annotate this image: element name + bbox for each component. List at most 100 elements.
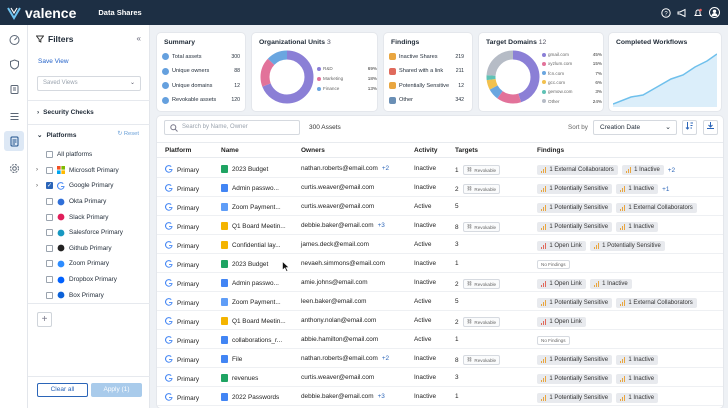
table-row[interactable]: Primary Q1 Board Meetin... debbie.baker@em… [157,216,723,235]
platform-item[interactable]: Box Primary [36,287,146,303]
finding-chip[interactable]: 1 Inactive [616,222,659,232]
more-owners-link[interactable]: +3 [378,222,385,229]
alerts-icon[interactable] [7,82,21,96]
table-row[interactable]: Primary revenues curtis.weaver@email.com In… [157,368,723,387]
col-targets[interactable]: Targets [455,147,478,154]
bell-icon[interactable] [693,8,703,18]
finding-chip[interactable]: 1 Inactive [616,355,659,365]
checkbox[interactable] [46,198,53,206]
checkbox[interactable] [46,213,53,221]
checkbox[interactable] [46,260,53,268]
checkbox[interactable] [46,276,53,284]
logo[interactable]: valence [7,5,76,21]
platform-item[interactable]: Github Primary [36,241,146,257]
revokable-badge[interactable]: ⛓ Revokable [462,279,501,289]
table-row[interactable]: Primary 2023 Budget nevaeh.simmons@email.c… [157,254,723,273]
name-cell[interactable]: revenues [221,374,258,382]
col-findings[interactable]: Findings [537,147,564,154]
table-row[interactable]: Primary Zoom Payment... leen.baker@email.c… [157,292,723,311]
platform-item[interactable]: Dropbox Primary [36,272,146,288]
findings-row[interactable]: Shared with a link 211 [389,67,464,75]
findings-row[interactable]: Other 342 [389,96,464,104]
revokable-badge[interactable]: ⛓ Revokable [462,355,501,365]
finding-chip[interactable]: 1 Inactive [616,393,659,403]
finding-chip[interactable]: 1 Inactive [621,165,664,175]
col-activity[interactable]: Activity [414,147,437,154]
name-cell[interactable]: File [221,355,242,363]
clear-all-button[interactable]: Clear all [37,383,88,397]
reset-button[interactable]: ↻ Reset [117,131,139,137]
table-row[interactable]: Primary Admin passwo... curtis.weaver@emai… [157,178,723,197]
finding-chip[interactable]: 1 Potentially Sensitive [537,298,613,308]
table-row[interactable]: Primary Zoom Payment... curtis.weaver@emai… [157,197,723,216]
finding-chip[interactable]: 1 Inactive [589,279,632,289]
dashboard-icon[interactable] [7,32,21,46]
name-cell[interactable]: 2023 Budget [221,260,268,268]
checkbox[interactable] [46,291,53,299]
platform-item[interactable]: › ✓ Google Primary [36,178,146,194]
finding-chip[interactable]: 1 Inactive [616,374,659,384]
finding-chip[interactable]: 1 Open Link [537,241,586,251]
platform-item[interactable]: Salesforce Primary [36,225,146,241]
finding-chip[interactable]: 1 Open Link [537,279,586,289]
finding-chip[interactable]: 1 External Collaborators [616,203,697,213]
chevron-right-icon[interactable]: › [36,167,42,173]
saved-views-select[interactable]: Saved Views ⌄ [37,76,141,91]
collapse-panel-icon[interactable]: « [137,34,141,43]
finding-chip[interactable]: 1 Potentially Sensitive [537,393,613,403]
findings-row[interactable]: Potentially Sensitive 12 [389,82,464,89]
finding-chip[interactable]: 1 Potentially Sensitive [537,222,613,232]
revokable-badge[interactable]: ⛓ Revokable [462,184,501,194]
help-icon[interactable]: ? [661,7,671,18]
checkbox[interactable] [46,229,53,237]
table-row[interactable]: Primary 2023 Budget nathan.roberts@email.c… [157,159,723,178]
list-icon[interactable] [7,109,21,123]
revokable-badge[interactable]: ⛓ Revokable [462,222,501,232]
name-cell[interactable]: 2023 Budget [221,165,268,173]
revokable-badge[interactable]: ⛓ Revokable [462,165,501,175]
finding-chip[interactable]: 1 Inactive [616,184,659,194]
table-row[interactable]: Primary Confidential lay... james.deck@ema… [157,235,723,254]
settings-gear-icon[interactable] [7,161,21,175]
finding-chip[interactable]: 1 Potentially Sensitive [537,355,613,365]
platform-item[interactable]: All platforms [36,147,146,163]
add-filter-button[interactable]: + [37,312,52,327]
finding-chip[interactable]: 1 Open Link [537,317,586,327]
name-cell[interactable]: Admin passwo... [221,184,279,192]
name-cell[interactable]: Q1 Board Meetin... [221,222,286,230]
finding-chip[interactable]: 1 Potentially Sensitive [537,184,613,194]
table-row[interactable]: Primary collaborations_r... abbie.hamilton… [157,330,723,349]
platforms-section[interactable]: ⌄ Platforms [37,131,76,140]
megaphone-icon[interactable] [677,8,687,18]
more-findings-link[interactable]: +2 [668,167,675,174]
more-owners-link[interactable]: +3 [378,393,385,400]
save-view-button[interactable]: Save View [38,58,69,65]
sort-order-button[interactable] [682,120,697,135]
platform-item[interactable]: Zoom Primary [36,256,146,272]
finding-chip[interactable]: 1 External Collaborators [537,165,618,175]
more-owners-link[interactable]: +2 [382,165,389,172]
data-shares-icon[interactable] [4,131,24,151]
finding-chip[interactable]: 1 External Collaborators [616,298,697,308]
col-owners[interactable]: Owners [301,147,325,154]
table-row[interactable]: Primary Q1 Board Meetin... anthony.nolan@e… [157,311,723,330]
finding-chip[interactable]: 1 Potentially Sensitive [537,203,613,213]
name-cell[interactable]: collaborations_r... [221,336,282,344]
user-avatar-icon[interactable] [709,7,720,18]
apply-button[interactable]: Apply (1) [91,383,142,397]
checkbox[interactable]: ✓ [46,182,53,190]
finding-chip[interactable]: 1 Potentially Sensitive [537,374,613,384]
checkbox[interactable] [46,244,53,252]
chevron-right-icon[interactable]: › [36,183,42,189]
name-cell[interactable]: Zoom Payment... [221,298,281,306]
name-cell[interactable]: Zoom Payment... [221,203,281,211]
name-cell[interactable]: 2022 Passwords [221,393,279,401]
platform-item[interactable]: Okta Primary [36,194,146,210]
name-cell[interactable]: Q1 Board Meetin... [221,317,286,325]
checkbox[interactable] [46,166,53,174]
finding-chip[interactable]: 1 Potentially Sensitive [589,241,665,251]
table-row[interactable]: Primary 2022 Passwords debbie.baker@email.… [157,387,723,406]
shield-icon[interactable] [7,57,21,71]
table-row[interactable]: Primary Admin passwo... amie.johns@email.c… [157,273,723,292]
revokable-badge[interactable]: ⛓ Revokable [462,317,501,327]
